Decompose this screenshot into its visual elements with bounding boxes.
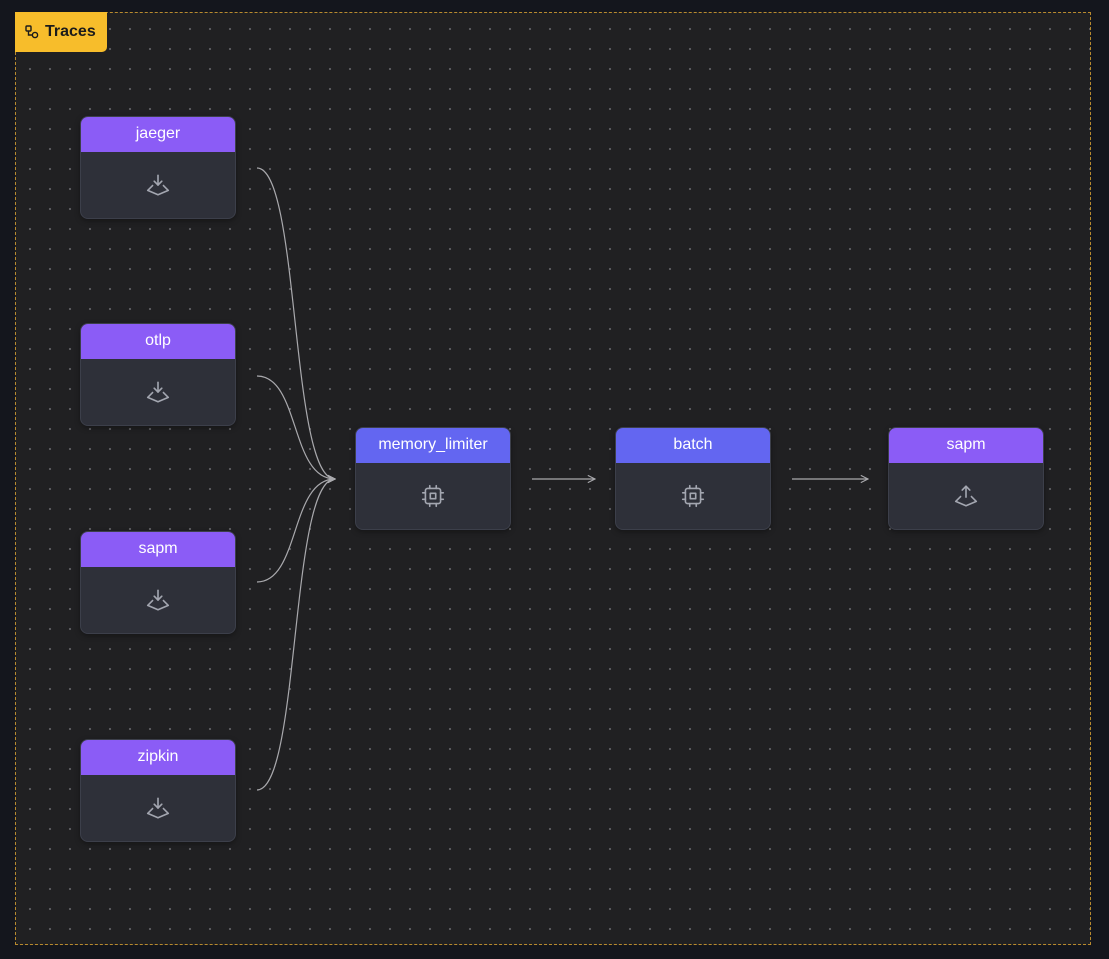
export-icon [953,483,979,509]
processor-node-batch[interactable]: batch [615,427,771,530]
diagram-canvas: Traces jaeger otlp sapm zipkin memory_li… [0,0,1109,959]
node-title: sapm [81,532,235,567]
receiver-node-otlp[interactable]: otlp [80,323,236,426]
pipeline-icon [25,25,39,39]
pipeline-badge[interactable]: Traces [15,12,107,52]
receiver-node-jaeger[interactable]: jaeger [80,116,236,219]
processor-node-memory-limiter[interactable]: memory_limiter [355,427,511,530]
receive-icon [145,379,171,405]
receiver-node-sapm[interactable]: sapm [80,531,236,634]
receiver-node-zipkin[interactable]: zipkin [80,739,236,842]
node-title: batch [616,428,770,463]
processor-chip-icon [420,483,446,509]
exporter-node-sapm[interactable]: sapm [888,427,1044,530]
processor-chip-icon [680,483,706,509]
pipeline-title: Traces [45,23,96,40]
node-title: jaeger [81,117,235,152]
receive-icon [145,795,171,821]
node-title: memory_limiter [356,428,510,463]
node-title: zipkin [81,740,235,775]
receive-icon [145,172,171,198]
node-title: sapm [889,428,1043,463]
receive-icon [145,587,171,613]
node-title: otlp [81,324,235,359]
